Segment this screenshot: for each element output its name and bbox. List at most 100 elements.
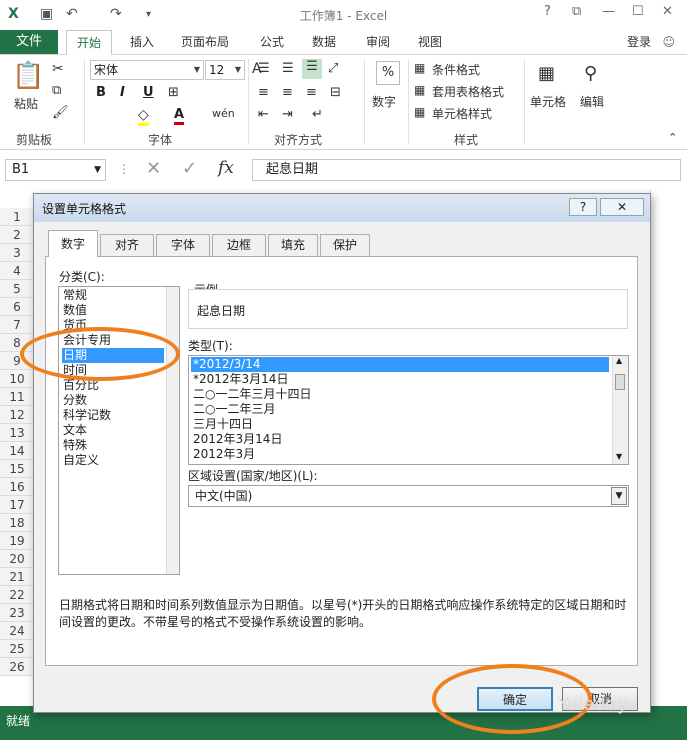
row-header[interactable]: 2 [0,226,34,244]
italic-button[interactable]: I [120,85,125,100]
list-item[interactable]: 二○一二年三月 [191,402,609,417]
row-header[interactable]: 5 [0,280,34,298]
bold-button[interactable]: B [96,85,106,100]
list-item[interactable]: 特殊 [62,438,164,453]
list-item[interactable]: 科学记数 [62,408,164,423]
row-header[interactable]: 1 [0,208,34,226]
tab-alignment[interactable]: 对齐 [100,234,154,256]
row-header[interactable]: 4 [0,262,34,280]
copy-icon[interactable]: ⧉ [52,83,61,98]
list-item[interactable]: 货币 [62,318,164,333]
wrap-text-icon[interactable]: ↵ [312,107,323,122]
format-painter-icon[interactable]: 🖌 [52,105,69,120]
align-middle-icon[interactable]: ☰ [282,61,294,76]
list-item[interactable]: *2012年3月14日 [191,372,609,387]
list-item-selected[interactable]: 日期 [62,348,164,363]
list-item[interactable]: 二○一二年三月十四日 [191,387,609,402]
orientation-icon[interactable]: ⤢ [328,61,338,76]
font-color-button[interactable]: A [174,107,185,125]
row-header[interactable]: 20 [0,550,34,568]
list-item[interactable]: 2012年3月14日 [191,432,609,447]
list-item[interactable]: 时间 [62,363,164,378]
tab-data[interactable]: 数据 [312,30,336,54]
grid-visible-cells[interactable] [650,190,687,706]
tab-number[interactable]: 数字 [48,230,98,257]
list-item[interactable]: 三月十四日 [191,417,609,432]
minimize-button[interactable]: — [602,4,615,19]
row-header[interactable]: 10 [0,370,34,388]
row-header[interactable]: 21 [0,568,34,586]
align-top-icon[interactable]: ☰ [258,61,270,76]
tab-home[interactable]: 开始 [66,30,113,55]
dialog-close-button[interactable]: ✕ [600,198,644,216]
paste-icon[interactable]: 📋 [12,61,44,91]
increase-indent-icon[interactable]: ⇥ [282,107,293,122]
row-header[interactable]: 6 [0,298,34,316]
row-header[interactable]: 23 [0,604,34,622]
scroll-thumb[interactable] [615,374,625,390]
maximize-button[interactable]: ☐ [632,4,644,19]
enter-icon[interactable]: ✓ [182,158,197,179]
row-header[interactable]: 18 [0,514,34,532]
conditional-format-button[interactable]: 条件格式 [432,61,480,78]
align-left-icon[interactable]: ≡ [258,85,269,100]
close-button[interactable]: ✕ [662,4,673,19]
align-center-icon[interactable]: ≡ [282,85,293,100]
tab-formulas[interactable]: 公式 [260,30,284,54]
row-header[interactable]: 9 [0,352,34,370]
cell-styles-button[interactable]: 单元格样式 [432,105,492,122]
tab-review[interactable]: 审阅 [366,30,390,54]
tab-view[interactable]: 视图 [418,30,442,54]
paste-button[interactable]: 粘贴 [14,95,38,112]
number-format-button[interactable]: 数字 [372,93,396,110]
list-item[interactable]: 自定义 [62,453,164,468]
list-item[interactable]: 常规 [62,288,164,303]
list-item[interactable]: 会计专用 [62,333,164,348]
scroll-down-icon[interactable]: ▼ [616,452,622,461]
scroll-up-icon[interactable]: ▲ [616,356,622,365]
name-box[interactable]: B1 ▼ [5,159,106,181]
font-name-combo[interactable]: 宋体 ▼ [90,60,204,80]
editing-button[interactable]: 编辑 [580,93,604,110]
row-header[interactable]: 19 [0,532,34,550]
row-header[interactable]: 11 [0,388,34,406]
dialog-help-button[interactable]: ? [569,198,597,216]
row-header[interactable]: 13 [0,424,34,442]
list-item[interactable]: 分数 [62,393,164,408]
type-scrollbar[interactable]: ▲ ▼ [612,356,628,464]
list-item[interactable]: 2012年3月 [191,447,609,462]
merge-center-icon[interactable]: ⊟ [330,85,341,100]
login-link[interactable]: 登录 [627,30,651,54]
collapse-ribbon-icon[interactable]: ☺ [662,35,675,49]
tab-fill[interactable]: 填充 [268,234,318,256]
tab-protection[interactable]: 保护 [320,234,370,256]
locale-select[interactable]: 中文(中国) ▼ [188,485,629,507]
format-as-table-button[interactable]: 套用表格格式 [432,83,504,100]
tab-font[interactable]: 字体 [156,234,210,256]
row-header[interactable]: 12 [0,406,34,424]
formula-input[interactable]: 起息日期 [252,159,681,181]
tab-border[interactable]: 边框 [212,234,266,256]
row-header[interactable]: 16 [0,478,34,496]
list-item[interactable]: 百分比 [62,378,164,393]
list-item-selected[interactable]: *2012/3/14 [191,357,609,372]
list-item[interactable]: 文本 [62,423,164,438]
row-header[interactable]: 15 [0,460,34,478]
font-size-combo[interactable]: 12 ▼ [205,60,245,80]
category-scrollbar[interactable] [166,287,179,574]
insert-function-button[interactable]: fx [218,158,234,178]
phonetic-button[interactable]: wén [212,107,235,120]
fill-color-icon[interactable]: ◇ [138,107,149,126]
help-button[interactable]: ? [544,4,551,19]
row-header[interactable]: 7 [0,316,34,334]
tab-insert[interactable]: 插入 [130,30,154,54]
cut-icon[interactable]: ✂ [52,61,64,77]
cancel-icon[interactable]: ✕ [146,158,161,179]
category-list[interactable]: 常规 数值 货币 会计专用 日期 时间 百分比 分数 科学记数 文本 特殊 自定… [58,286,180,575]
type-list[interactable]: *2012/3/14 *2012年3月14日 二○一二年三月十四日 二○一二年三… [188,355,629,465]
row-header[interactable]: 3 [0,244,34,262]
list-item[interactable]: 数值 [62,303,164,318]
tab-page-layout[interactable]: 页面布局 [181,30,229,54]
border-icon[interactable]: ⊞ [168,85,179,100]
cells-button[interactable]: 单元格 [530,93,566,110]
